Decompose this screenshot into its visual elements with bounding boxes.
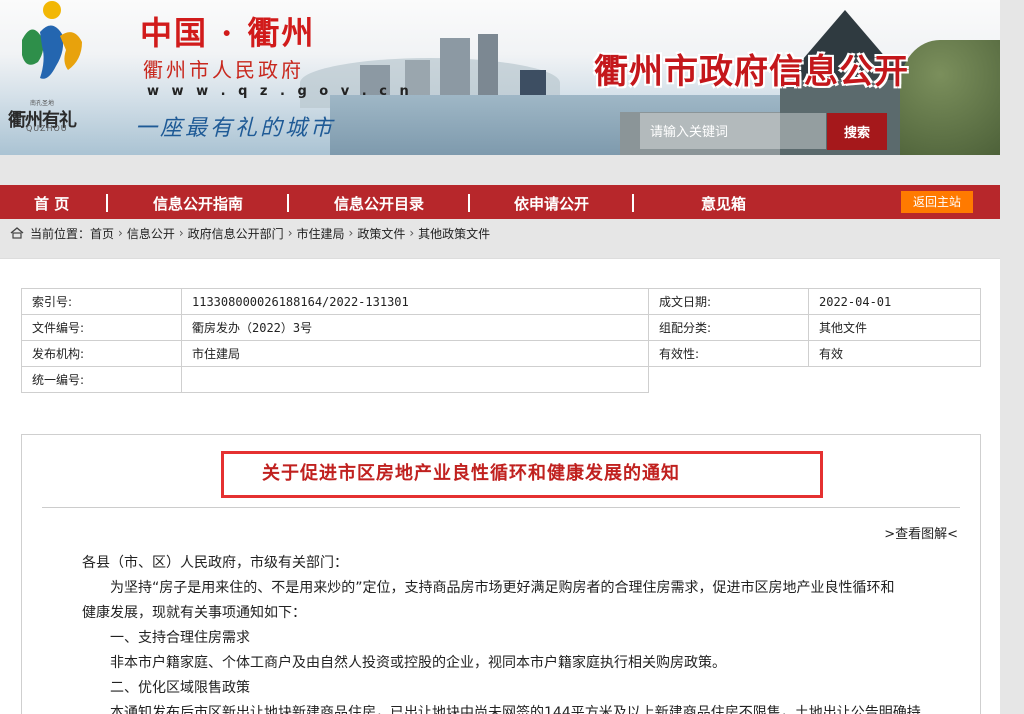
org-label: 发布机构: (21, 340, 182, 367)
breadcrumb: 当前位置： 首页 › 信息公开 › 政府信息公开部门 › 市住建局 › 政策文件… (10, 224, 490, 242)
unified-label: 统一编号: (21, 366, 182, 393)
banner-building (478, 34, 498, 100)
paragraph: 为坚持“房子是用来住的、不是用来炒的”定位，支持商品房市场更好满足购房者的合理住… (110, 580, 895, 596)
salutation: 各县（市、区）人民政府，市级有关部门： (82, 555, 348, 571)
chevron-right-icon: › (178, 226, 184, 240)
breadcrumb-item[interactable]: 政府信息公开部门 (188, 225, 284, 242)
banner-trees (900, 40, 1000, 155)
table-row: 发布机构: 市住建局 有效性: 有效 (21, 340, 981, 367)
search-input[interactable] (640, 113, 826, 149)
index-label: 索引号: (21, 288, 182, 315)
banner-building (440, 38, 470, 100)
date-value: 2022-04-01 (808, 288, 981, 315)
city-logo-icon[interactable] (12, 0, 92, 92)
nav-separator (632, 194, 634, 212)
logo-subtitle: QUZHOU (26, 124, 68, 133)
portal-title: 衢州市政府信息公开 (594, 52, 909, 92)
docno-label: 文件编号: (21, 314, 182, 341)
paragraph: 本通知发布后市区新出让地块新建商品住房，已出让地块中尚未网签的144平方米及以上… (110, 705, 921, 714)
view-graphic-link[interactable]: >查看图解< (884, 523, 958, 542)
government-url: w w w . q z . g o v . c n (147, 84, 413, 99)
chevron-right-icon: › (409, 226, 415, 240)
title-highlight-box: 关于促进市区房地产业良性循环和健康发展的通知 (221, 451, 823, 498)
empty-cell (648, 366, 981, 393)
paragraph: 非本市户籍家庭、个体工商户及由自然人投资或控股的企业，视同本市户籍家庭执行相关购… (110, 655, 726, 671)
home-icon (10, 227, 24, 239)
city-slogan: 一座最有礼的城市 (135, 116, 336, 141)
nav-item-feedback[interactable]: 意见箱 (701, 185, 746, 219)
org-value: 市住建局 (181, 340, 649, 367)
table-row: 索引号: 113308000026188164/2022-131301 成文日期… (21, 288, 981, 315)
chevron-right-icon: › (348, 226, 354, 240)
nav-separator (287, 194, 289, 212)
header-banner: 南孔圣地 衢州有礼 QUZHOU 中国 · 衢州 衢州市人民政府 w w w .… (0, 0, 1000, 155)
nav-separator (468, 194, 470, 212)
breadcrumb-item[interactable]: 其他政策文件 (418, 225, 490, 242)
breadcrumb-item[interactable]: 市住建局 (297, 225, 345, 242)
chevron-right-icon: › (287, 226, 293, 240)
category-value: 其他文件 (808, 314, 981, 341)
table-row: 统一编号: (21, 366, 981, 393)
section-heading: 二、优化区域限售政策 (110, 680, 250, 696)
document-metadata-table: 索引号: 113308000026188164/2022-131301 成文日期… (21, 288, 981, 393)
government-name: 衢州市人民政府 (143, 58, 304, 82)
breadcrumb-label: 当前位置： (30, 226, 91, 241)
breadcrumb-item[interactable]: 信息公开 (127, 225, 175, 242)
nav-item-guide[interactable]: 信息公开指南 (153, 185, 243, 219)
breadcrumb-item[interactable]: 政策文件 (357, 225, 405, 242)
table-row: 文件编号: 衢房发办（2022）3号 组配分类: 其他文件 (21, 314, 981, 341)
index-value: 113308000026188164/2022-131301 (181, 288, 649, 315)
document-title: 关于促进市区房地产业良性循环和健康发展的通知 (262, 463, 680, 484)
docno-value: 衢房发办（2022）3号 (181, 314, 649, 341)
paragraph: 健康发展，现就有关事项通知如下： (82, 605, 306, 621)
search-button[interactable]: 搜索 (827, 113, 887, 150)
nav-item-catalog[interactable]: 信息公开目录 (334, 185, 424, 219)
return-main-site-button[interactable]: 返回主站 (901, 191, 973, 213)
category-label: 组配分类: (648, 314, 809, 341)
date-label: 成文日期: (648, 288, 809, 315)
article: 关于促进市区房地产业良性循环和健康发展的通知 >查看图解< 各县（市、区）人民政… (21, 434, 981, 714)
section-heading: 一、支持合理住房需求 (110, 630, 250, 646)
validity-label: 有效性: (648, 340, 809, 367)
validity-value: 有效 (808, 340, 981, 367)
divider (42, 507, 960, 508)
unified-value (181, 366, 649, 393)
chevron-right-icon: › (118, 226, 123, 240)
nav-item-home[interactable]: 首 页 (34, 185, 69, 219)
main-nav: 首 页 信息公开指南 信息公开目录 依申请公开 意见箱 (0, 185, 1000, 219)
nav-separator (106, 194, 108, 212)
site-title: 中国 · 衢州 (140, 14, 316, 52)
nav-item-request[interactable]: 依申请公开 (514, 185, 589, 219)
breadcrumb-item[interactable]: 首页 (90, 225, 114, 242)
